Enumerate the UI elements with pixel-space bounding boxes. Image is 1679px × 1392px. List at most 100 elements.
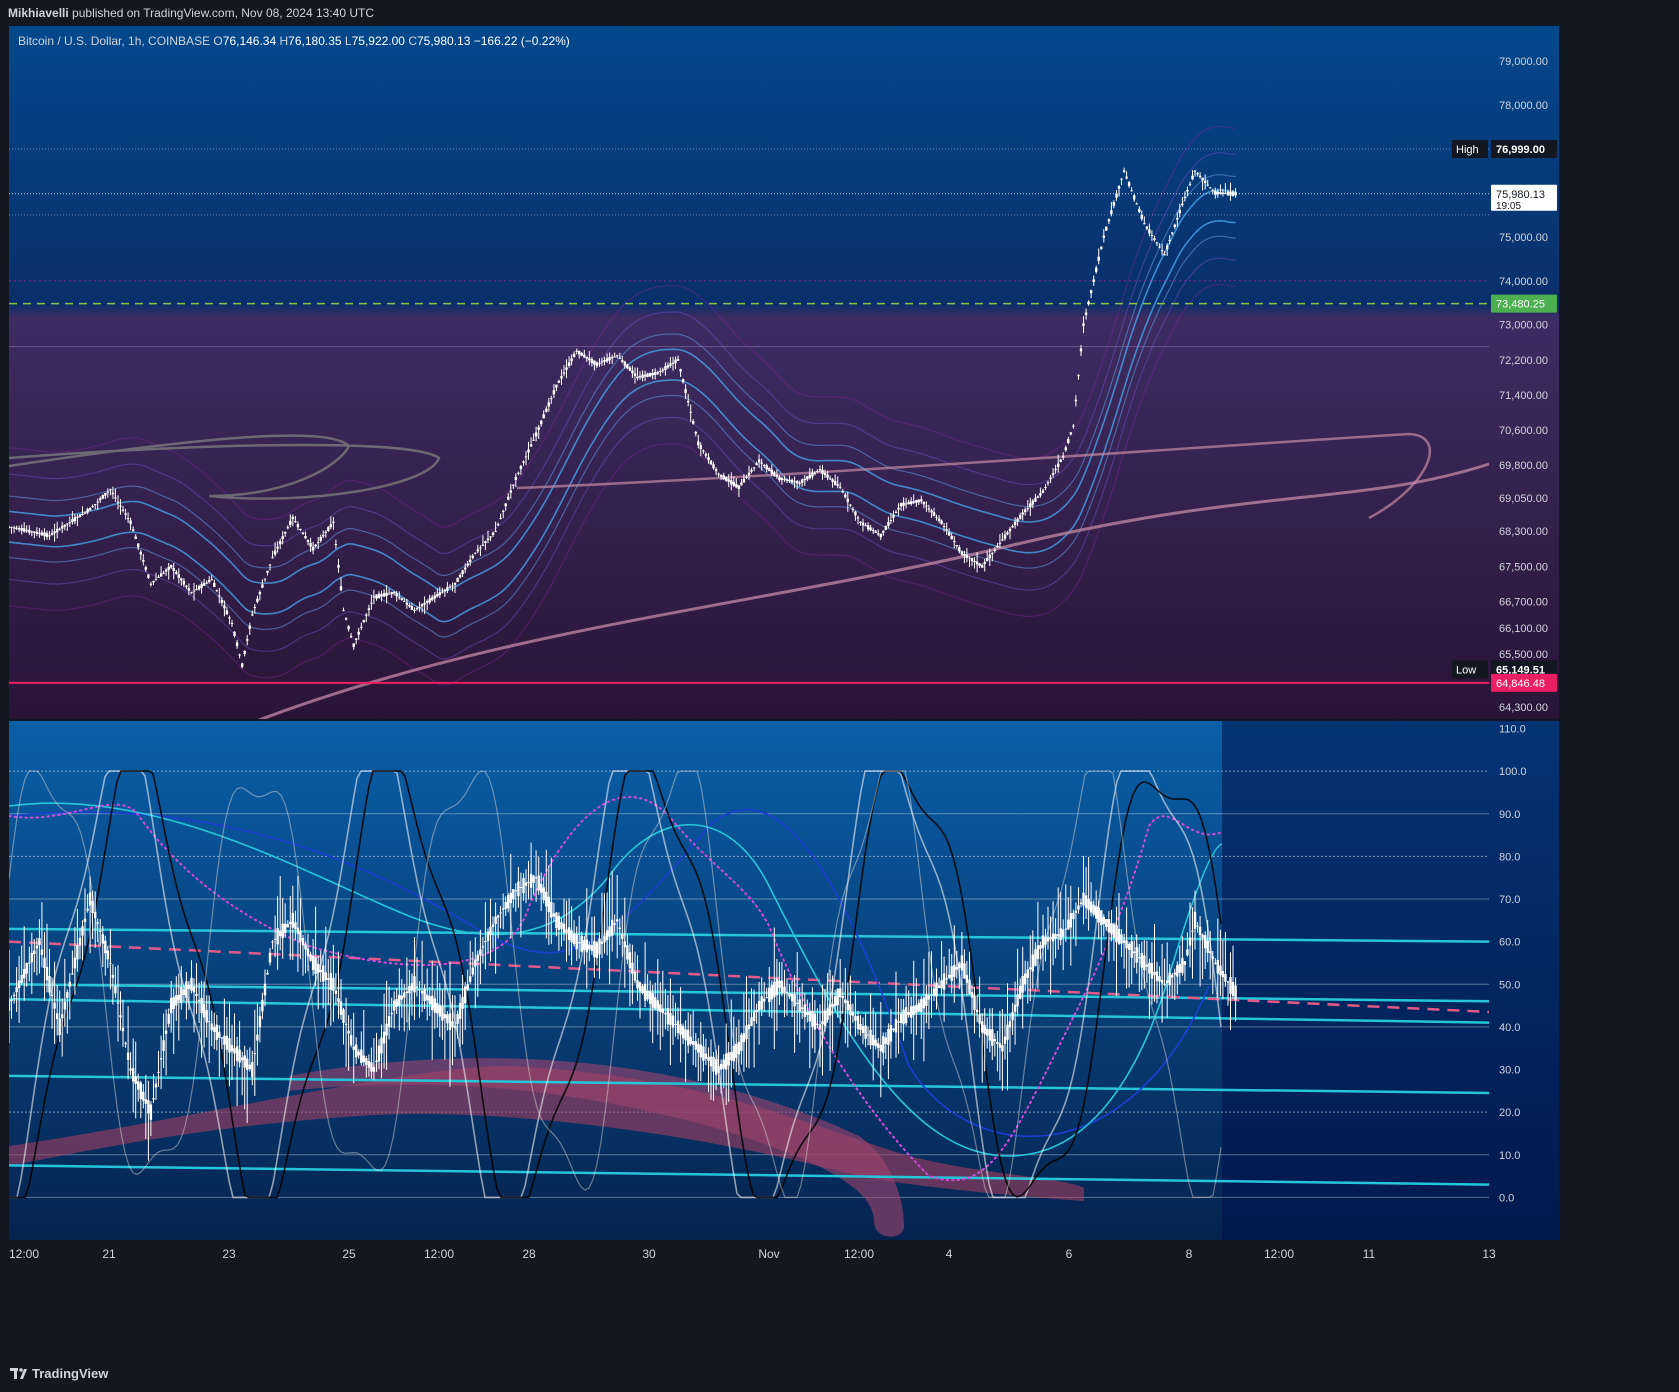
osc-candle-body	[537, 875, 540, 891]
osc-candle-body	[504, 902, 507, 909]
osc-candle-body	[872, 1035, 875, 1046]
chart-area[interactable]: 79,000.00 78,000.00 75,000.00 74,000.00 73,0…	[7, 26, 1669, 1344]
osc-candle-body	[694, 1041, 697, 1050]
osc-candle-body	[808, 1011, 811, 1022]
candle-body	[722, 475, 725, 480]
candle-body	[595, 362, 599, 366]
candle-body	[362, 620, 365, 623]
candle-body	[1102, 235, 1105, 238]
osc-candle-body	[349, 1035, 353, 1046]
candle-body	[30, 531, 33, 533]
osc-candle-body	[816, 1023, 819, 1025]
candle-body	[68, 522, 71, 524]
candle-body	[448, 586, 452, 588]
osc-candle-body	[314, 957, 317, 974]
osc-candle-body	[251, 1061, 254, 1078]
osc-candle-body	[1049, 937, 1052, 940]
osc-candle-body	[636, 980, 639, 989]
osc-candle-body	[1077, 905, 1080, 910]
candle-body	[494, 531, 497, 533]
osc-candle-body	[1196, 925, 1199, 927]
osc-candle-body	[142, 1091, 145, 1101]
osc-candle-body	[327, 978, 330, 980]
osc-candle-body	[413, 976, 416, 993]
osc-candle-body	[704, 1053, 708, 1059]
candle-body	[1166, 245, 1169, 250]
candle-body	[139, 551, 142, 555]
osc-candle-body	[202, 1004, 206, 1018]
osc-candle-body	[1046, 937, 1050, 942]
osc-candle-body	[709, 1056, 713, 1067]
candle-body	[1051, 473, 1055, 475]
candle-body	[159, 573, 163, 577]
time-axis-bg	[9, 1240, 1559, 1270]
osc-candle-body	[101, 934, 104, 944]
osc-candle-body	[752, 1011, 756, 1022]
candle-body	[1067, 439, 1070, 444]
osc-candle-body	[461, 996, 464, 1009]
osc-candle-body	[159, 1058, 163, 1060]
osc-candle-body	[360, 1049, 363, 1063]
candle-body	[684, 389, 687, 394]
candle-body	[258, 592, 262, 595]
osc-candle-body	[403, 992, 406, 998]
osc-axis-tick-label: 30.0	[1499, 1065, 1520, 1077]
osc-candle-body	[922, 997, 926, 1009]
osc-candle-body	[390, 1013, 393, 1015]
osc-candle-body	[1229, 977, 1232, 994]
candle-body	[770, 469, 773, 474]
candle-body	[735, 483, 738, 488]
osc-candle-body	[978, 1014, 981, 1024]
candle-body	[1003, 534, 1007, 539]
candle-body	[940, 520, 943, 525]
osc-candle-body	[1188, 937, 1192, 946]
osc-candle-body	[598, 938, 601, 955]
candle-body	[892, 514, 895, 518]
chart-svg[interactable]: 79,000.00 78,000.00 75,000.00 74,000.00 73,0…	[7, 26, 1669, 1344]
price-axis-tick-label: 64,300.00	[1499, 702, 1548, 714]
candle-body	[654, 372, 657, 376]
osc-candle-body	[50, 994, 54, 996]
osc-candle-body	[266, 972, 269, 975]
osc-candle-body	[180, 986, 183, 1004]
osc-candle-body	[1234, 985, 1237, 1001]
osc-candle-body	[433, 998, 436, 1013]
candle-body	[319, 536, 322, 541]
candle-body	[661, 369, 664, 371]
candle-body	[91, 506, 94, 508]
author-name[interactable]: Mikhiavelli	[8, 6, 69, 20]
osc-candle-body	[137, 1081, 140, 1090]
osc-candle-body	[443, 1014, 447, 1019]
candle-body	[1204, 180, 1207, 184]
osc-candle-body	[322, 965, 325, 982]
candle-body	[1145, 226, 1149, 229]
candle-body	[58, 528, 61, 530]
osc-candle-body	[856, 1016, 860, 1030]
osc-candle-body	[725, 1053, 728, 1070]
candle-body	[106, 491, 109, 493]
osc-axis-tick-label: 40.0	[1499, 1022, 1520, 1034]
candle-body	[616, 355, 619, 357]
candle-body	[808, 474, 811, 478]
osc-candle-body	[1011, 1012, 1014, 1021]
candle-body	[973, 560, 976, 562]
time-axis-tick-label: 6	[1066, 1247, 1073, 1261]
candle-body	[1198, 175, 1202, 178]
osc-candle-body	[134, 1076, 137, 1084]
candle-body	[23, 528, 26, 532]
candle-body	[1221, 192, 1225, 194]
candle-body	[689, 411, 692, 413]
candle-body	[765, 465, 768, 470]
osc-candle-body	[793, 994, 796, 1007]
price-level-value: 64,846.48	[1496, 678, 1545, 690]
candle-body	[1036, 496, 1040, 498]
osc-candle-body	[879, 1044, 882, 1052]
osc-candle-body	[164, 1030, 168, 1034]
symbol-title[interactable]: Bitcoin / U.S. Dollar, 1h, COINBASE	[18, 34, 210, 48]
candle-body	[66, 523, 69, 525]
tradingview-logo[interactable]: TradingView	[10, 1366, 108, 1381]
candle-body	[930, 510, 933, 513]
osc-candle-body	[1148, 962, 1151, 974]
osc-candle-body	[697, 1043, 700, 1053]
osc-candle-body	[431, 995, 434, 1010]
